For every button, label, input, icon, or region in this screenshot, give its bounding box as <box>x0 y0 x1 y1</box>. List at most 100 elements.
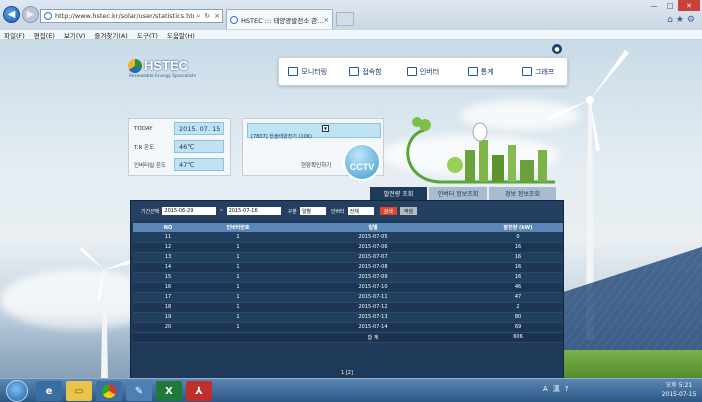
col-date: 일별 <box>273 223 473 232</box>
help-icon[interactable]: ? <box>565 385 569 393</box>
window-close-button[interactable]: ✕ <box>678 0 700 11</box>
table-row: 20 1 2015-07-14 69 <box>133 322 563 333</box>
cell-date: 2015-07-06 <box>273 242 473 253</box>
inverter-room-temp-value: 47℃ <box>174 158 224 171</box>
ie-taskbar-icon[interactable]: e <box>36 381 62 401</box>
tab-inverter-info[interactable]: 인버터 정보조회 <box>429 187 487 200</box>
cell-generation: 16 <box>473 272 563 283</box>
menu-view[interactable]: 보기(V) <box>64 30 85 40</box>
tab-close-icon[interactable]: × <box>324 16 329 24</box>
folder-taskbar-icon[interactable]: ▭ <box>66 381 92 401</box>
today-value: 2015. 07. 15 <box>174 122 224 135</box>
statistics-icon <box>467 67 478 76</box>
inverter-select[interactable]: 전체 <box>347 207 374 215</box>
hstec-logo[interactable]: HSTEC <box>128 58 188 73</box>
cell-generation: 16 <box>473 242 563 253</box>
start-date-input[interactable]: 2015-06-29 <box>162 207 217 215</box>
cell-no: 11 <box>133 232 203 243</box>
cell-date: 2015-07-10 <box>273 282 473 293</box>
close-icon[interactable]: × <box>212 12 222 20</box>
excel-button[interactable]: 엑셀 <box>399 207 418 215</box>
address-url[interactable]: http://www.hstec.kr/solar/user/statistic… <box>55 12 194 20</box>
cctv-site-select[interactable]: ▼ [7807] 한솔태양전기 (10K) <box>247 123 381 140</box>
cell-no: 12 <box>133 242 203 253</box>
clock-time: 오후 5:21 <box>665 382 693 389</box>
new-tab-button[interactable] <box>336 12 354 26</box>
col-inverter: 인버터번호 <box>203 223 273 232</box>
browser-tab[interactable]: HSTEC ::: 태양광발전소 관... × <box>226 9 333 29</box>
menu-help[interactable]: 도움말(H) <box>167 30 195 40</box>
nav-label: 그래프 <box>535 67 555 76</box>
minimize-button[interactable]: — <box>646 0 662 11</box>
menu-favorites[interactable]: 즐겨찾기(A) <box>94 30 127 40</box>
app-taskbar-icon[interactable]: ✎ <box>126 381 152 401</box>
cell-generation: 80 <box>473 312 563 323</box>
chevron-down-icon[interactable]: ▼ <box>322 125 329 132</box>
nav-monitoring[interactable]: 모니터링 <box>279 58 337 85</box>
ime-hanja-icon[interactable]: 漢 <box>553 384 560 394</box>
inverter-room-temp-label: 인버터실 온도 <box>134 162 167 169</box>
cell-inverter: 1 <box>203 282 273 293</box>
cell-generation: 47 <box>473 292 563 303</box>
junction-box-icon <box>349 67 360 76</box>
col-generation: 발전량 (kW) <box>473 223 563 232</box>
gear-icon[interactable]: ⚙ <box>687 15 698 25</box>
unit-label: 구분 <box>287 208 297 215</box>
cell-inverter: 1 <box>203 322 273 333</box>
pdf-taskbar-icon[interactable]: ⅄ <box>186 381 212 401</box>
date-separator: ~ <box>219 208 224 214</box>
chrome-taskbar-icon[interactable] <box>96 381 122 401</box>
tab-title: HSTEC ::: 태양광발전소 관... <box>241 16 324 25</box>
nav-junction-box[interactable]: 접속함 <box>337 58 395 85</box>
nav-statistics[interactable]: 통계 <box>452 58 510 85</box>
start-button[interactable] <box>6 380 28 402</box>
cell-date: 2015-07-09 <box>273 272 473 283</box>
menu-tools[interactable]: 도구(T) <box>137 30 158 40</box>
end-date-input[interactable]: 2015-07-16 <box>226 207 281 215</box>
tr-temp-label: T.R 온도 <box>134 144 155 151</box>
maximize-button[interactable]: □ <box>662 0 678 11</box>
excel-taskbar-icon[interactable]: X <box>156 381 182 401</box>
total-value: 606 <box>473 332 563 343</box>
lock-icon[interactable]: ● <box>552 44 562 54</box>
nav-label: 통계 <box>480 67 494 76</box>
table-row: 17 1 2015-07-11 47 <box>133 292 563 303</box>
search-icon[interactable]: ⌕ <box>194 12 202 21</box>
clock[interactable]: 오후 5:21 2015-07-15 <box>660 381 698 399</box>
cell-date: 2015-07-07 <box>273 252 473 263</box>
cctv-site-value: [7807] 한솔태양전기 (10K) <box>251 134 312 140</box>
address-bar[interactable]: http://www.hstec.kr/solar/user/statistic… <box>40 9 223 23</box>
cell-inverter: 1 <box>203 302 273 313</box>
cell-generation: 69 <box>473 322 563 333</box>
cctv-button[interactable]: CCTV <box>343 143 381 181</box>
cell-no: 18 <box>133 302 203 313</box>
today-label: TODAY <box>134 125 153 132</box>
site-check-link[interactable]: 현장확인하기 <box>301 161 331 169</box>
tab-alarm-info[interactable]: 경보 정보조회 <box>489 187 556 200</box>
nav-inverter[interactable]: 인버터 <box>394 58 452 85</box>
menu-file[interactable]: 파일(F) <box>4 30 25 40</box>
tab-generation[interactable]: 발전량 조회 <box>370 187 427 200</box>
cell-inverter: 1 <box>203 252 273 263</box>
home-icon[interactable]: ⌂ <box>667 15 676 25</box>
pagination[interactable]: 1 [2] <box>131 370 563 376</box>
nav-graph[interactable]: 그래프 <box>509 58 567 85</box>
table-row: 13 1 2015-07-07 16 <box>133 252 563 263</box>
forward-button[interactable]: ▶ <box>22 6 39 23</box>
search-button[interactable]: 검색 <box>379 207 397 215</box>
menu-edit[interactable]: 편집(E) <box>34 30 55 40</box>
period-label: 기간선택 <box>141 208 160 215</box>
favorites-icon[interactable]: ★ <box>676 15 687 25</box>
nav-label: 인버터 <box>419 67 440 76</box>
ie-icon <box>230 15 238 24</box>
taskbar: e ▭ ✎ X ⅄ A 漢 ? 오후 5:21 2015-07-15 <box>0 378 702 402</box>
ime-a-icon[interactable]: A <box>543 385 548 393</box>
back-button[interactable]: ◀ <box>3 6 20 23</box>
cell-inverter: 1 <box>203 242 273 253</box>
unit-select[interactable]: 일별 <box>299 207 326 215</box>
refresh-icon[interactable]: ↻ <box>202 12 212 20</box>
cell-no: 17 <box>133 292 203 303</box>
browser-titlebar: ◀ ▶ http://www.hstec.kr/solar/user/stati… <box>0 0 702 30</box>
menu-bar: 파일(F) 편집(E) 보기(V) 즐겨찾기(A) 도구(T) 도움말(H) <box>0 30 702 40</box>
main-nav: 모니터링 접속함 인버터 통계 그래프 <box>278 57 568 86</box>
